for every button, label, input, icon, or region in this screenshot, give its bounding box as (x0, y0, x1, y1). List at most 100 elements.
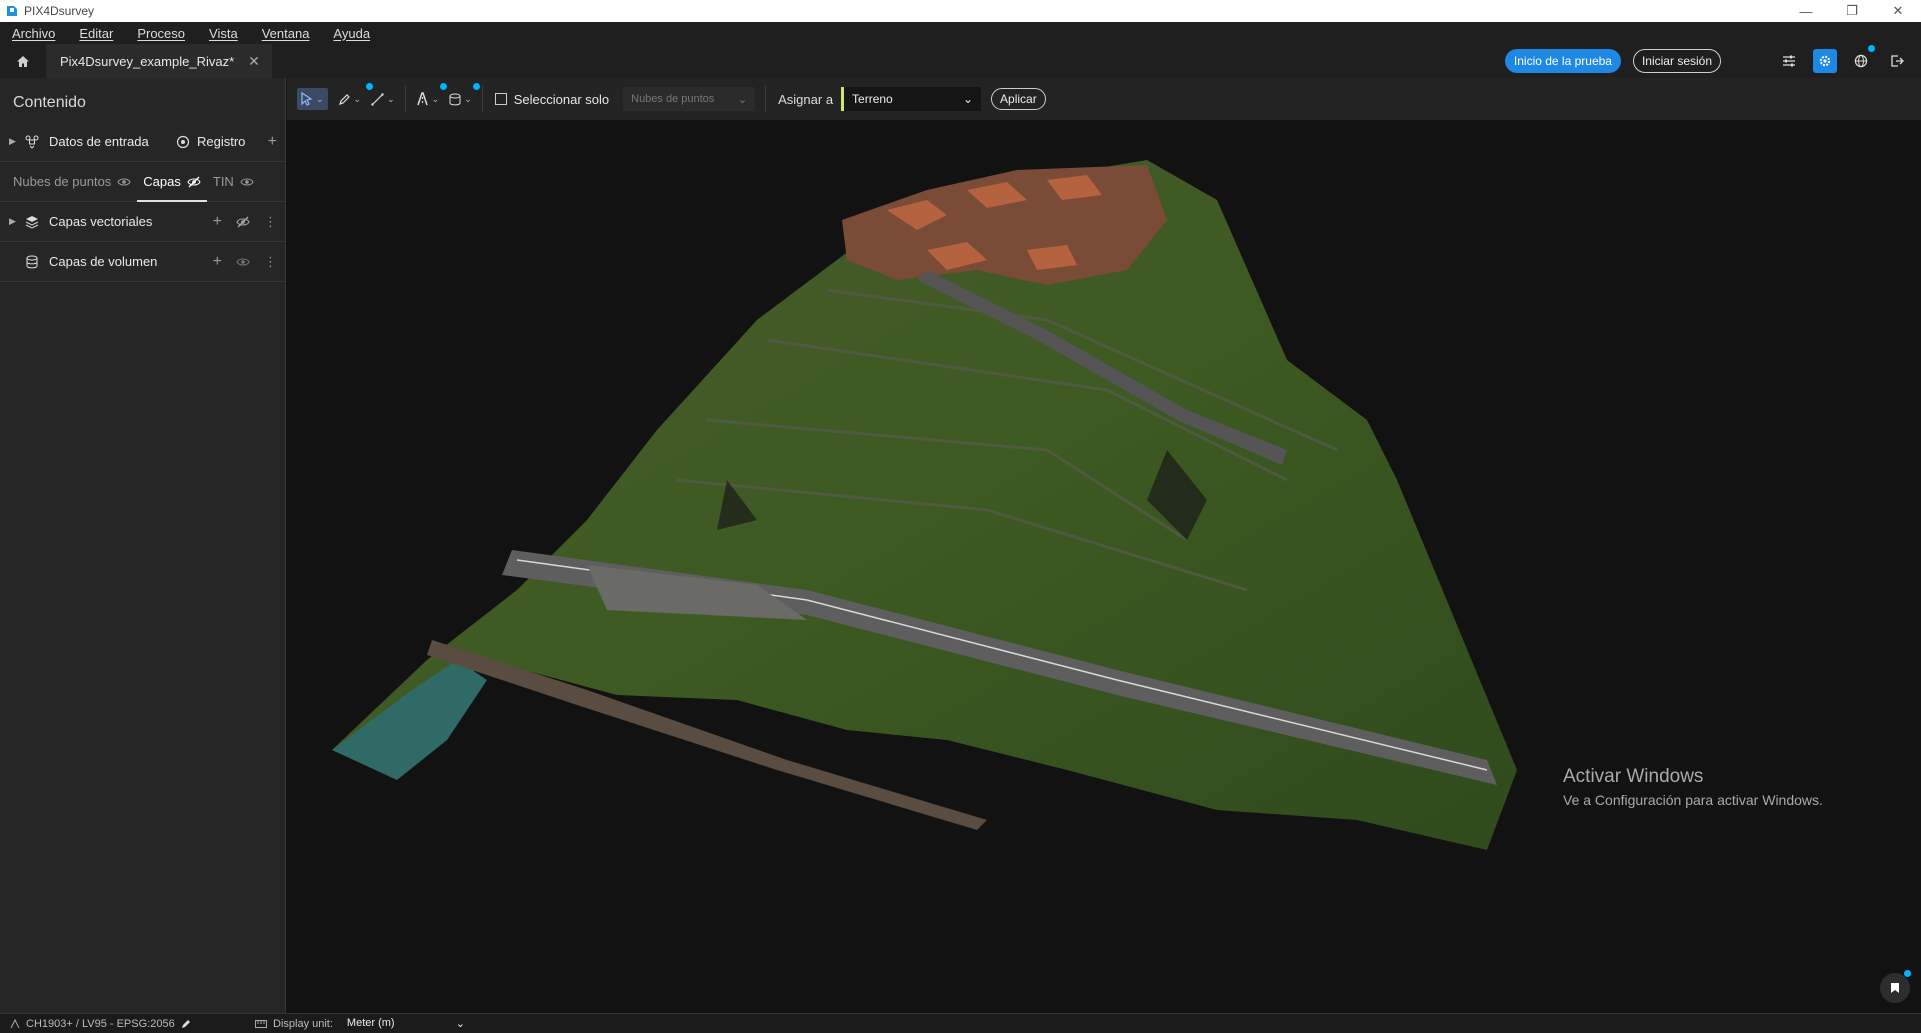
vector-layers-label: Capas vectoriales (49, 214, 153, 229)
tab-project[interactable]: Pix4Dsurvey_example_Rivaz* ✕ (46, 44, 272, 78)
bookmark-icon (1891, 983, 1899, 993)
ruler-icon (255, 1019, 267, 1028)
watermark-title: Activar Windows (1563, 766, 1704, 787)
close-window-button[interactable]: ✕ (1875, 0, 1921, 22)
expand-caret-icon[interactable]: ▶ (9, 136, 19, 147)
point-cloud-render[interactable] (287, 120, 1921, 1013)
logout-button[interactable] (1885, 49, 1909, 73)
menu-ayuda[interactable]: Ayuda (321, 26, 382, 41)
title-bar: PIX4Dsurvey — ❐ ✕ (0, 0, 1921, 22)
menu-vista[interactable]: Vista (197, 26, 250, 41)
home-button[interactable] (0, 44, 46, 78)
volume-tool[interactable]: ⌄ (449, 83, 481, 110)
chevron-down-icon: ⌄ (353, 93, 362, 104)
start-trial-button[interactable]: Inicio de la prueba (1504, 49, 1621, 73)
drone-icon (25, 134, 41, 150)
layer-tabs: Nubes de puntos Capas TIN (0, 162, 285, 202)
chevron-down-icon: ⌄ (962, 92, 974, 106)
layers-icon (25, 214, 41, 230)
tab-point-clouds[interactable]: Nubes de puntos (13, 162, 137, 202)
logout-icon (1891, 55, 1904, 67)
windows-activation-watermark: Activar Windows Ve a Configuración para … (1563, 766, 1823, 808)
eye-icon[interactable] (240, 177, 254, 187)
class-select-value: Terreno (852, 92, 893, 106)
tab-layers-label: Capas (143, 174, 181, 189)
edit-toolbar: ⌄ ⌄ ⌄ ⌄ ⌄ Seleccionar solo Nubes de punt… (287, 78, 1921, 120)
menu-bar: Archivo Editar Proceso Vista Ventana Ayu… (0, 22, 1921, 44)
watermark-subtitle: Ve a Configuración para activar Windows. (1563, 792, 1823, 808)
settings-button[interactable] (1813, 49, 1837, 73)
tab-bar: Pix4Dsurvey_example_Rivaz* ✕ Inicio de l… (0, 44, 1921, 78)
expand-caret-icon[interactable]: ▶ (9, 216, 19, 227)
globe-icon (1854, 54, 1868, 68)
status-bar: CH1903+ / LV95 - EPSG:2056 Display unit:… (0, 1013, 1921, 1033)
volume-layers-label: Capas de volumen (49, 254, 158, 269)
display-unit: Display unit: Meter (m) ⌄ (255, 1017, 465, 1030)
input-data-label: Datos de entrada (49, 134, 149, 149)
menu-ventana[interactable]: Ventana (250, 26, 322, 41)
point-cloud-dropdown-value: Nubes de puntos (631, 93, 715, 105)
apply-button[interactable]: Aplicar (991, 88, 1046, 110)
coordinate-system-icon (10, 1018, 20, 1028)
input-data-row[interactable]: ▶ Datos de entrada Registro + (0, 122, 285, 162)
target-icon (176, 135, 190, 148)
content-panel: Contenido ▶ Datos de entrada Registro + … (0, 78, 286, 1013)
login-button[interactable]: Iniciar sesión (1632, 49, 1721, 73)
crs-label: CH1903+ / LV95 - EPSG:2056 (26, 1017, 175, 1030)
chevron-down-icon: ⌄ (431, 93, 440, 104)
eye-icon[interactable] (236, 257, 250, 267)
pen-tool[interactable]: ⌄ (338, 83, 373, 110)
menu-proceso[interactable]: Proceso (125, 26, 197, 41)
pen-icon (338, 93, 350, 105)
chevron-down-icon: ⌄ (455, 1018, 465, 1030)
more-options-icon[interactable]: ⋮ (264, 254, 277, 270)
sliders-button[interactable] (1777, 49, 1801, 73)
pencil-icon[interactable] (181, 1019, 191, 1029)
cursor-icon (301, 92, 313, 106)
assign-label: Asignar a (778, 91, 834, 107)
sliders-icon (1783, 55, 1795, 67)
eye-icon[interactable] (117, 177, 131, 187)
close-tab-icon[interactable]: ✕ (248, 53, 260, 70)
display-unit-value: Meter (m) (346, 1017, 395, 1029)
point-cloud-dropdown[interactable]: Nubes de puntos ⌄ (623, 87, 756, 111)
3d-viewport[interactable]: Activar Windows Ve a Configuración para … (287, 120, 1921, 1013)
display-unit-select[interactable]: Meter (m) ⌄ (347, 1017, 465, 1030)
notification-dot (1904, 970, 1911, 977)
chevron-down-icon: ⌄ (316, 93, 324, 104)
volume-layers-row[interactable]: Capas de volumen + ⋮ (0, 242, 285, 282)
restore-button[interactable]: ❐ (1829, 0, 1875, 22)
notification-dot (1868, 45, 1875, 52)
annotation-tool[interactable]: ⌄ (416, 83, 447, 110)
registration-item[interactable]: Registro (176, 134, 245, 149)
tab-tin[interactable]: TIN (213, 162, 260, 202)
select-only-checkbox[interactable] (494, 93, 507, 105)
tab-layers[interactable]: Capas (137, 162, 207, 202)
class-select[interactable]: Terreno ⌄ (841, 87, 982, 111)
road-marking-icon (416, 92, 428, 106)
gear-icon (1819, 55, 1831, 67)
menu-archivo[interactable]: Archivo (0, 26, 67, 41)
chevron-down-icon: ⌄ (737, 93, 748, 106)
chevron-down-icon: ⌄ (464, 93, 472, 104)
minimize-button[interactable]: — (1783, 0, 1829, 22)
eye-off-icon[interactable] (187, 176, 201, 188)
window-title: PIX4Dsurvey (24, 4, 95, 18)
vector-layers-row[interactable]: ▶ Capas vectoriales + ⋮ (0, 202, 285, 242)
crs-indicator[interactable]: CH1903+ / LV95 - EPSG:2056 (10, 1018, 255, 1030)
select-only-label: Seleccionar solo (513, 91, 610, 107)
select-tool[interactable]: ⌄ (297, 88, 328, 110)
notification-dot (473, 83, 481, 90)
add-volume-layer-icon[interactable]: + (213, 253, 222, 271)
add-vector-layer-icon[interactable]: + (213, 213, 222, 231)
tab-tin-label: TIN (212, 174, 234, 189)
add-input-icon[interactable]: + (268, 133, 277, 151)
display-unit-label: Display unit: (273, 1017, 333, 1030)
tab-project-label: Pix4Dsurvey_example_Rivaz* (60, 53, 235, 69)
language-button[interactable] (1849, 45, 1875, 73)
eye-off-icon[interactable] (236, 216, 250, 228)
notifications-button[interactable] (1880, 970, 1911, 1003)
polyline-tool[interactable]: ⌄ (371, 88, 395, 110)
more-options-icon[interactable]: ⋮ (264, 214, 277, 230)
menu-editar[interactable]: Editar (67, 26, 125, 41)
